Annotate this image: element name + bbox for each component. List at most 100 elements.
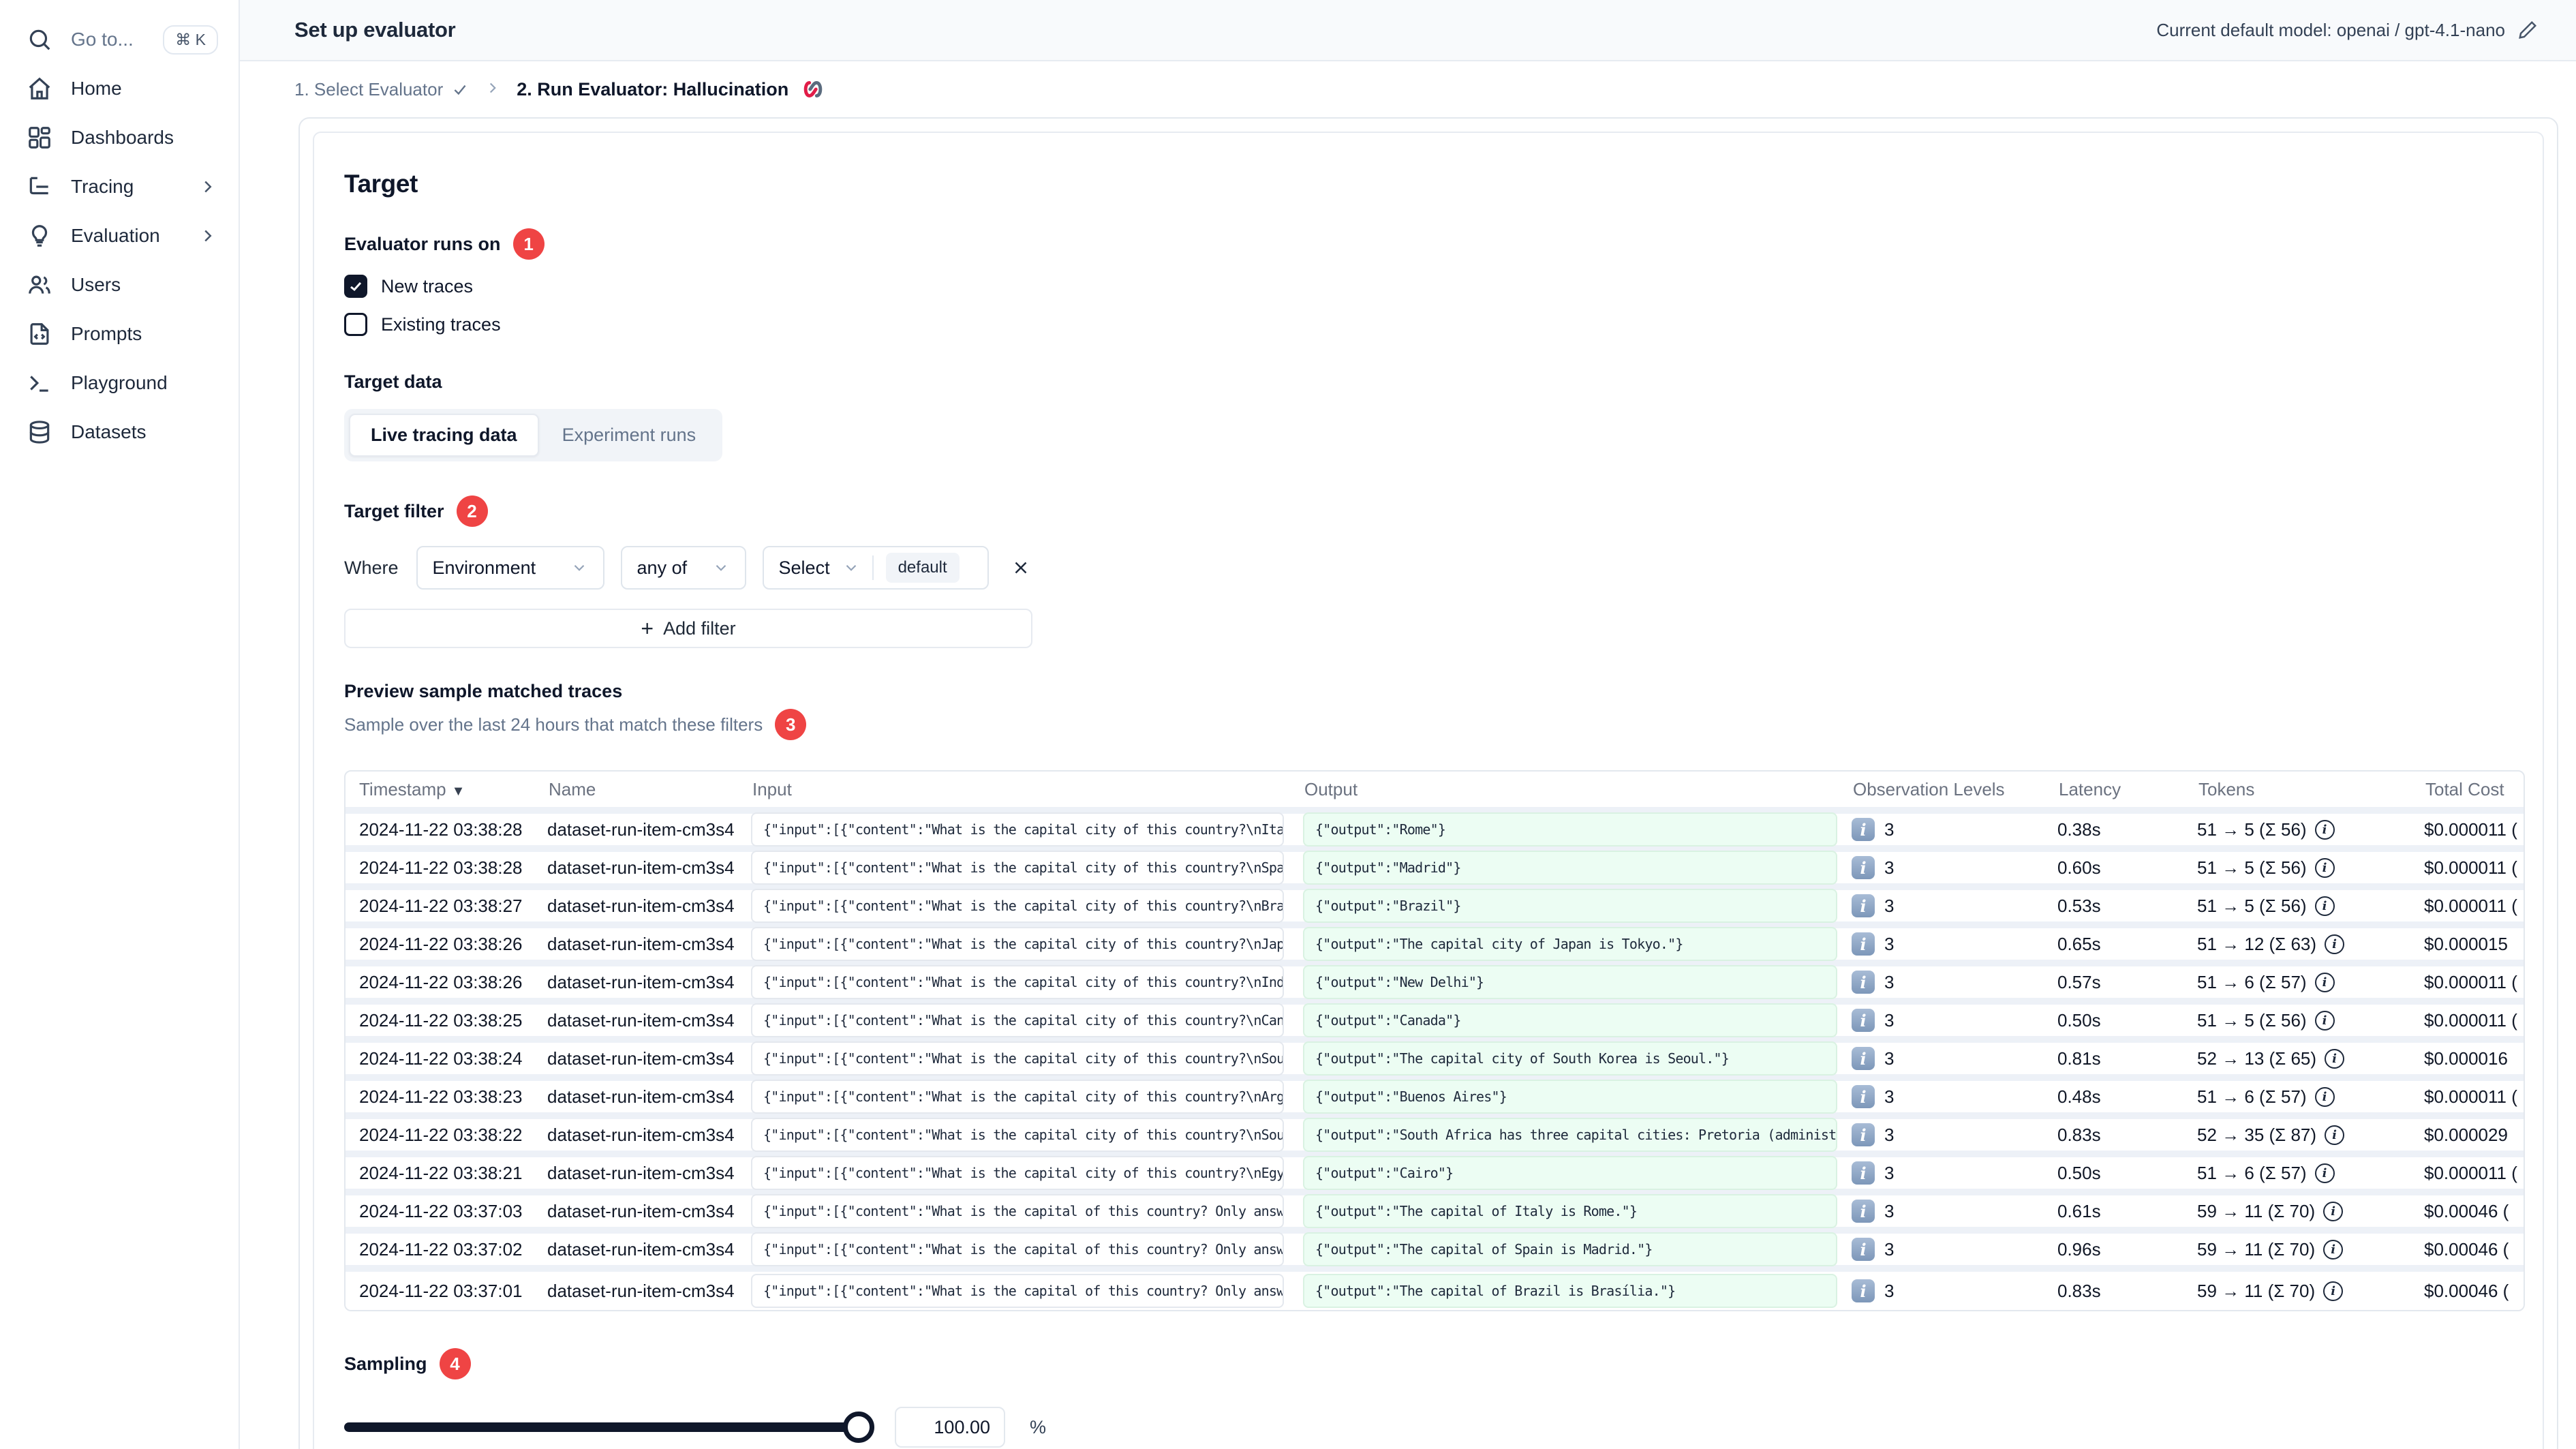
input-cell: {"input":[{"content":"What is the capita… <box>751 927 1284 961</box>
observation-count: 3 <box>1884 1086 1895 1107</box>
checkbox[interactable] <box>344 275 367 298</box>
check-icon <box>350 281 362 292</box>
observation-count: 3 <box>1884 1009 1895 1031</box>
cost-cell: $0.000011 ( <box>2424 1162 2517 1183</box>
col-name: Name <box>549 778 596 799</box>
filter-row: Where Environment any of Select default <box>344 546 2525 590</box>
filter-value-select[interactable]: Select default <box>762 546 989 590</box>
tokens-value: 52 → 35 (Σ 87) <box>2197 1124 2317 1145</box>
token-info-icon[interactable]: i <box>2314 819 2335 840</box>
sidebar-item[interactable]: Playground <box>0 359 239 408</box>
timestamp-cell: 2024-11-22 03:37:02 <box>359 1238 523 1260</box>
divider <box>872 555 874 580</box>
sidebar-item-label: Home <box>71 78 122 99</box>
timestamp-cell: 2024-11-22 03:38:28 <box>359 819 523 840</box>
token-info-icon[interactable]: i <box>2314 972 2335 992</box>
observation-count: 3 <box>1884 1124 1895 1145</box>
token-info-icon[interactable]: i <box>2323 1239 2344 1260</box>
col-input: Input <box>752 778 792 799</box>
info-level-icon: i <box>1852 932 1875 956</box>
target-filter-section: Target filter 2 <box>344 495 2525 527</box>
filter-operator-select[interactable]: any of <box>620 546 746 590</box>
token-info-icon[interactable]: i <box>2314 1086 2335 1107</box>
token-info-icon[interactable]: i <box>2323 1201 2344 1221</box>
target-heading: Target <box>344 170 418 198</box>
col-output: Output <box>1304 778 1358 799</box>
sidebar-item[interactable]: Users <box>0 260 239 309</box>
sidebar-item[interactable]: Tracing <box>0 162 239 211</box>
chevron-right-icon <box>198 226 218 246</box>
timestamp-cell: 2024-11-22 03:38:26 <box>359 971 523 992</box>
name-cell: dataset-run-item-cm3s4 <box>547 1009 735 1031</box>
token-info-icon[interactable]: i <box>2314 1163 2335 1183</box>
cost-cell: $0.000011 ( <box>2424 1086 2517 1107</box>
cost-cell: $0.000011 ( <box>2424 971 2517 992</box>
sidebar-item[interactable]: Home <box>0 64 239 113</box>
chevron-down-icon <box>716 564 726 571</box>
trace-checkbox-row[interactable]: New traces <box>344 275 2525 298</box>
cost-cell: $0.00046 ( <box>2424 1280 2509 1301</box>
token-info-icon[interactable]: i <box>2325 1048 2345 1069</box>
table-row: 2024-11-22 03:37:03 dataset-run-item-cm3… <box>346 1194 2524 1234</box>
slider-thumb[interactable] <box>843 1412 874 1443</box>
col-timestamp[interactable]: Timestamp ▼ <box>346 779 547 800</box>
go-to-label: Go to... <box>71 29 134 50</box>
step-select-evaluator[interactable]: 1. Select Evaluator <box>294 79 469 100</box>
sampling-input[interactable] <box>895 1407 1005 1448</box>
sidebar-item-label: Tracing <box>71 176 134 197</box>
latency-cell: 0.60s <box>2057 857 2101 878</box>
sidebar-item[interactable]: Datasets <box>0 408 239 457</box>
preview-heading: Preview sample matched traces <box>344 681 623 701</box>
observation-count: 3 <box>1884 895 1895 916</box>
remove-filter-button[interactable] <box>1005 552 1037 583</box>
observation-count: 3 <box>1884 1048 1895 1069</box>
table-row: 2024-11-22 03:38:24 dataset-run-item-cm3… <box>346 1041 2524 1081</box>
latency-cell: 0.50s <box>2057 1009 2101 1031</box>
chevron-down-icon <box>574 564 584 571</box>
filter-column-select[interactable]: Environment <box>416 546 604 590</box>
output-cell: {"output":"South Africa has three capita… <box>1303 1118 1837 1152</box>
sidebar-item[interactable]: Prompts <box>0 309 239 359</box>
sidebar-item-icon <box>26 271 53 299</box>
trace-preview-table: Timestamp ▼ Name Input Output Observation… <box>344 770 2525 1311</box>
chevron-down-icon <box>846 564 856 571</box>
preview-subtext: Sample over the last 24 hours that match… <box>344 709 2525 740</box>
cost-cell: $0.00046 ( <box>2424 1200 2509 1221</box>
checkbox[interactable] <box>344 313 367 336</box>
observation-count: 3 <box>1884 1238 1895 1260</box>
target-data-tab[interactable]: Live tracing data <box>349 414 539 457</box>
sampling-row: % <box>344 1407 2525 1448</box>
step-badge-3: 3 <box>775 709 807 740</box>
token-info-icon[interactable]: i <box>2323 1281 2344 1301</box>
edit-model-pencil-icon[interactable] <box>2517 20 2538 40</box>
target-data-tab[interactable]: Experiment runs <box>540 414 718 457</box>
token-info-icon[interactable]: i <box>2314 896 2335 916</box>
token-info-icon[interactable]: i <box>2325 934 2345 954</box>
table-row: 2024-11-22 03:38:25 dataset-run-item-cm3… <box>346 1003 2524 1043</box>
info-level-icon: i <box>1852 1123 1875 1146</box>
info-level-icon: i <box>1852 1085 1875 1108</box>
output-cell: {"output":"The capital of Italy is Rome.… <box>1303 1194 1837 1228</box>
timestamp-cell: 2024-11-22 03:38:22 <box>359 1124 523 1145</box>
go-to-search[interactable]: Go to... ⌘ K <box>0 15 239 64</box>
cost-cell: $0.000011 ( <box>2424 895 2517 916</box>
sampling-section: Sampling 4 <box>344 1348 2525 1379</box>
sidebar-item[interactable]: Dashboards <box>0 113 239 162</box>
sampling-slider[interactable] <box>344 1412 874 1443</box>
sidebar-item[interactable]: Evaluation <box>0 211 239 260</box>
add-filter-button[interactable]: + Add filter <box>344 609 1032 648</box>
info-level-icon: i <box>1852 1200 1875 1223</box>
table-row: 2024-11-22 03:38:21 dataset-run-item-cm3… <box>346 1156 2524 1195</box>
trace-checkbox-row[interactable]: Existing traces <box>344 313 2525 336</box>
target-data-tabs: Live tracing data Experiment runs <box>344 409 723 461</box>
sidebar: Go to... ⌘ K Home Dashboards Tracing Eva… <box>0 0 240 1449</box>
token-info-icon[interactable]: i <box>2314 1010 2335 1031</box>
latency-cell: 0.48s <box>2057 1086 2101 1107</box>
name-cell: dataset-run-item-cm3s4 <box>547 971 735 992</box>
token-info-icon[interactable]: i <box>2314 857 2335 878</box>
observation-count: 3 <box>1884 1280 1895 1301</box>
sidebar-item-label: Prompts <box>71 323 142 344</box>
token-info-icon[interactable]: i <box>2325 1125 2345 1145</box>
name-cell: dataset-run-item-cm3s4 <box>547 857 735 878</box>
check-icon <box>454 85 466 95</box>
